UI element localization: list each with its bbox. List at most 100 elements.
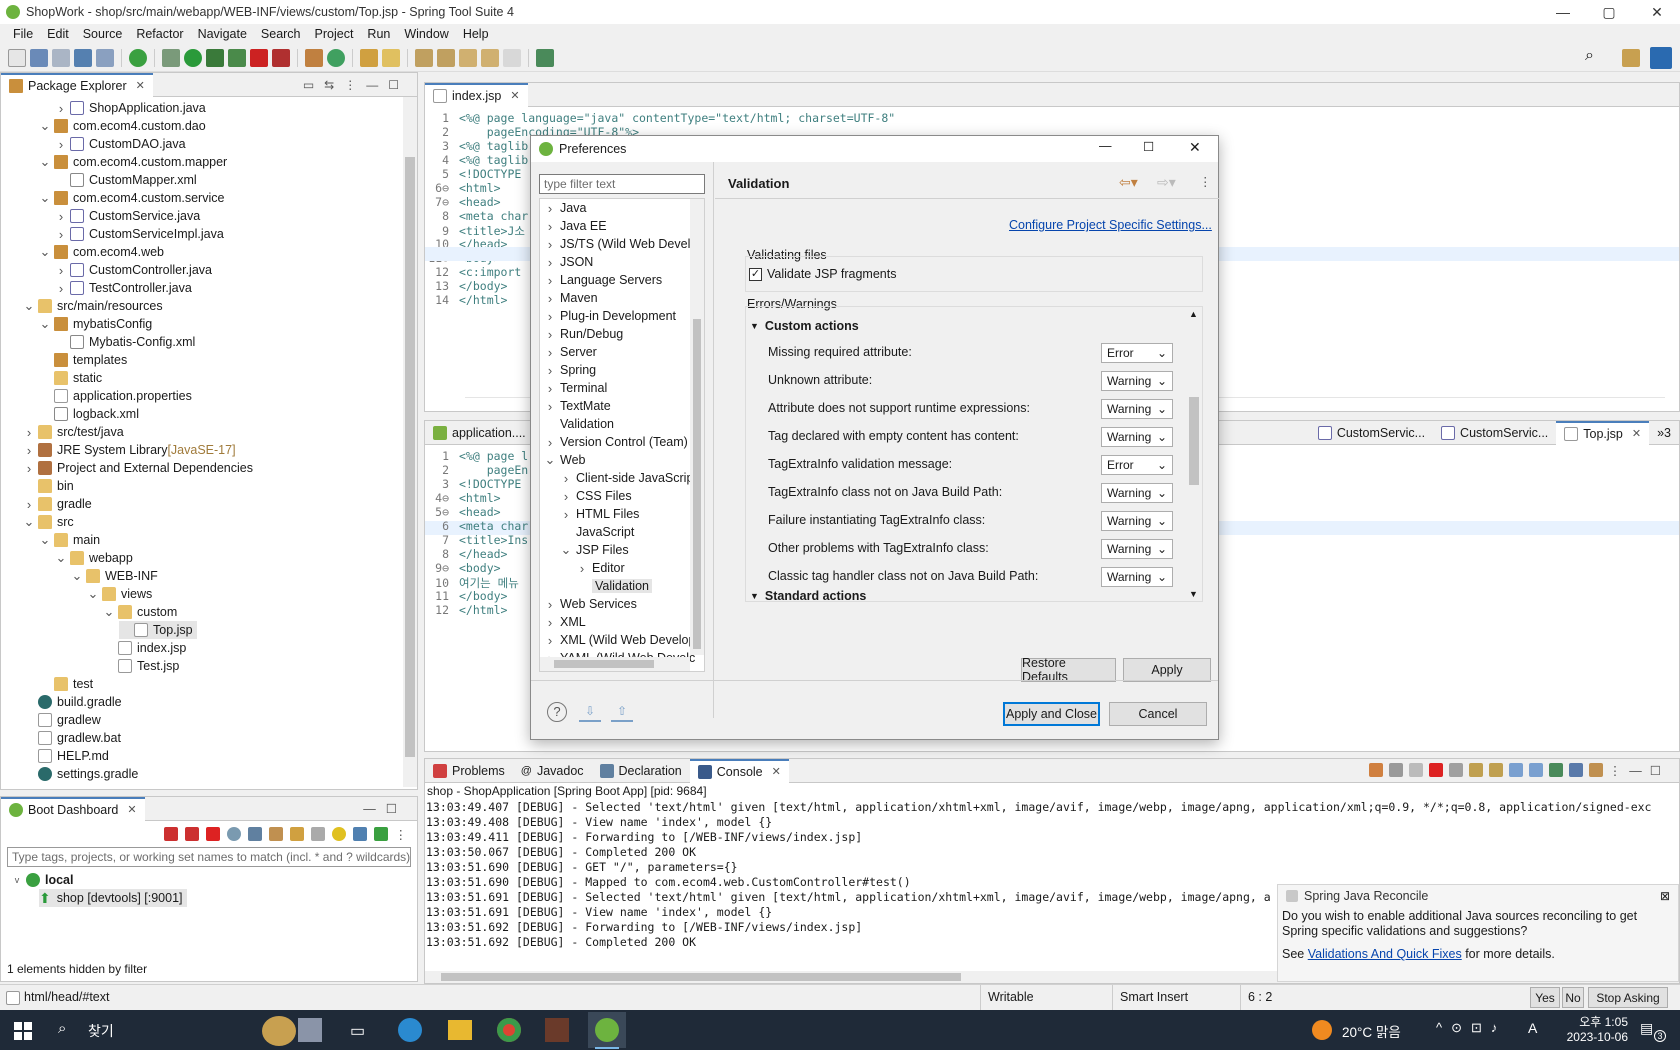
dialog-maximize-button[interactable]: ☐ [1143, 139, 1154, 154]
dialog-minimize-button[interactable]: — [1099, 139, 1112, 153]
preferences-tree-item[interactable]: › XML (Wild Web Develop [544, 631, 696, 649]
forward-icon[interactable]: ⇨▾ [1157, 174, 1176, 191]
tree-item[interactable]: ⌄ src/main/resources [23, 297, 163, 315]
preferences-filter-input[interactable]: type filter text [539, 174, 705, 194]
preferences-tree-item[interactable]: › Plug-in Development [544, 307, 676, 325]
tab-problems[interactable]: Problems [425, 759, 513, 783]
tab-boot-dashboard[interactable]: Boot Dashboard ✕ [1, 796, 145, 821]
collapsed-twisty-icon[interactable]: › [544, 291, 556, 306]
tree-item[interactable]: application.properties [39, 387, 192, 405]
menu-navigate[interactable]: Navigate [191, 27, 254, 41]
collapsed-twisty-icon[interactable]: › [55, 209, 67, 224]
scroll-lock-icon[interactable] [1468, 763, 1483, 777]
save-all-icon[interactable] [52, 48, 70, 67]
preferences-tree-item[interactable]: › Java EE [544, 217, 607, 235]
tab-index-jsp[interactable]: index.jsp ✕ [425, 82, 528, 107]
pref-tree-vscroll[interactable] [690, 199, 704, 655]
view-menu-icon[interactable]: ⋮ [395, 827, 408, 842]
preferences-tree-item[interactable]: › Run/Debug [544, 325, 623, 343]
collapsed-twisty-icon[interactable]: › [544, 273, 556, 288]
collapsed-twisty-icon[interactable]: › [55, 281, 67, 296]
taskbar-search[interactable]: 찾기 [88, 1021, 114, 1041]
severity-select[interactable]: Warning ⌄ [1101, 371, 1173, 391]
minimize-button[interactable]: — [1540, 0, 1586, 24]
search-icon[interactable]: ⌕ [58, 1020, 66, 1037]
expanded-twisty-icon[interactable]: ⌄ [39, 244, 51, 260]
search-icon[interactable]: ⌕ [1585, 47, 1594, 65]
properties-icon[interactable] [310, 827, 325, 841]
word-wrap-icon[interactable] [1488, 763, 1503, 777]
terminal-icon[interactable] [74, 48, 92, 67]
disconnect-icon[interactable] [272, 48, 290, 67]
tab-custom-service[interactable]: CustomServic... [1310, 421, 1433, 445]
section-custom-actions[interactable]: ▼ Custom actions [750, 319, 859, 333]
severity-select[interactable]: Warning ⌄ [1101, 567, 1173, 587]
preferences-tree-item[interactable]: ⌄ Web [544, 451, 586, 469]
validate-fragments-checkbox[interactable]: ✓ Validate JSP fragments [749, 267, 896, 281]
tree-item[interactable]: HELP.md [23, 747, 109, 765]
preferences-tree-item[interactable]: Validation [544, 415, 614, 433]
menu-project[interactable]: Project [308, 27, 361, 41]
collapsed-twisty-icon[interactable]: › [544, 399, 556, 414]
severity-select[interactable]: Error ⌄ [1101, 343, 1173, 363]
forward-icon[interactable] [503, 48, 521, 67]
tree-item[interactable]: › CustomServiceImpl.java [55, 225, 224, 243]
back-icon[interactable]: ⇦▾ [1119, 174, 1138, 191]
news-widget-icon[interactable] [262, 1016, 296, 1046]
stop-icon[interactable] [250, 48, 268, 67]
expanded-twisty-icon[interactable]: ⌄ [103, 604, 115, 620]
tree-item[interactable]: Top.jsp [119, 621, 197, 639]
tree-item[interactable]: › JRE System Library [JavaSE-17] [23, 441, 236, 459]
show-stdout-icon[interactable] [1508, 763, 1523, 777]
tree-item[interactable]: build.gradle [23, 693, 122, 711]
validations-link[interactable]: Validations And Quick Fixes [1308, 947, 1462, 961]
view-minmax-icons[interactable]: ⋮—☐ [1609, 763, 1669, 778]
menu-file[interactable]: File [6, 27, 40, 41]
severity-select[interactable]: Warning ⌄ [1101, 399, 1173, 419]
clock-date[interactable]: 2023-10-06 [1556, 1030, 1628, 1044]
notification-yes-button[interactable]: Yes [1530, 987, 1560, 1008]
settings-vscroll[interactable]: ▲ ▼ [1186, 307, 1202, 601]
close-icon[interactable]: ⊠ [1660, 889, 1670, 903]
open-console-icon[interactable] [247, 827, 262, 841]
collapsed-twisty-icon[interactable]: › [55, 101, 67, 116]
local-group[interactable]: v local [11, 871, 74, 889]
tree-item[interactable]: index.jsp [103, 639, 186, 657]
weather-text[interactable]: 20°C 맑음 [1342, 1021, 1401, 1041]
collapsed-twisty-icon[interactable]: › [544, 633, 556, 648]
boot-run-icon[interactable] [129, 48, 147, 67]
task-view-icon[interactable]: ▭ [350, 1021, 365, 1041]
debug-icon[interactable] [162, 48, 180, 67]
pin-editor-icon[interactable] [536, 48, 554, 67]
preferences-tree-item[interactable]: › Terminal [544, 379, 607, 397]
close-icon[interactable]: ✕ [1632, 427, 1641, 440]
tab-console[interactable]: Console ✕ [689, 758, 789, 783]
tree-item[interactable]: › src/test/java [23, 423, 124, 441]
collapsed-twisty-icon[interactable]: › [544, 435, 556, 450]
menu-search[interactable]: Search [254, 27, 308, 41]
expanded-twisty-icon[interactable]: ⌄ [560, 542, 572, 558]
tree-item[interactable]: test [39, 675, 93, 693]
maximize-button[interactable]: ▢ [1586, 0, 1632, 24]
expanded-twisty-icon[interactable]: ⌄ [71, 568, 83, 584]
tree-item[interactable]: ⌄ com.ecom4.custom.dao [39, 117, 206, 135]
terminate-icon[interactable] [1428, 763, 1443, 777]
expanded-twisty-icon[interactable]: ⌄ [39, 316, 51, 332]
tree-item[interactable]: ⌄ main [39, 531, 100, 549]
clock-time[interactable]: 오후 1:05 [1556, 1013, 1628, 1030]
run-icon[interactable] [184, 48, 202, 67]
menu-window[interactable]: Window [397, 27, 455, 41]
collapsed-twisty-icon[interactable]: › [55, 263, 67, 278]
tree-item[interactable]: CustomMapper.xml [55, 171, 197, 189]
export-icon[interactable]: ⇧ [611, 704, 633, 722]
severity-select[interactable]: Warning ⌄ [1101, 539, 1173, 559]
section-standard-actions[interactable]: ▼ Standard actions [750, 589, 866, 601]
preferences-tree-item[interactable]: › Server [544, 343, 597, 361]
tree-item[interactable]: logback.xml [39, 405, 139, 423]
expanded-twisty-icon[interactable]: ⌄ [87, 586, 99, 602]
tree-item[interactable]: ⌄ WEB-INF [71, 567, 158, 585]
collapsed-twisty-icon[interactable]: › [544, 237, 556, 252]
perspective-spring-icon[interactable] [1650, 47, 1672, 69]
expanded-twisty-icon[interactable]: ⌄ [55, 550, 67, 566]
tree-item[interactable]: › TestController.java [55, 279, 192, 297]
